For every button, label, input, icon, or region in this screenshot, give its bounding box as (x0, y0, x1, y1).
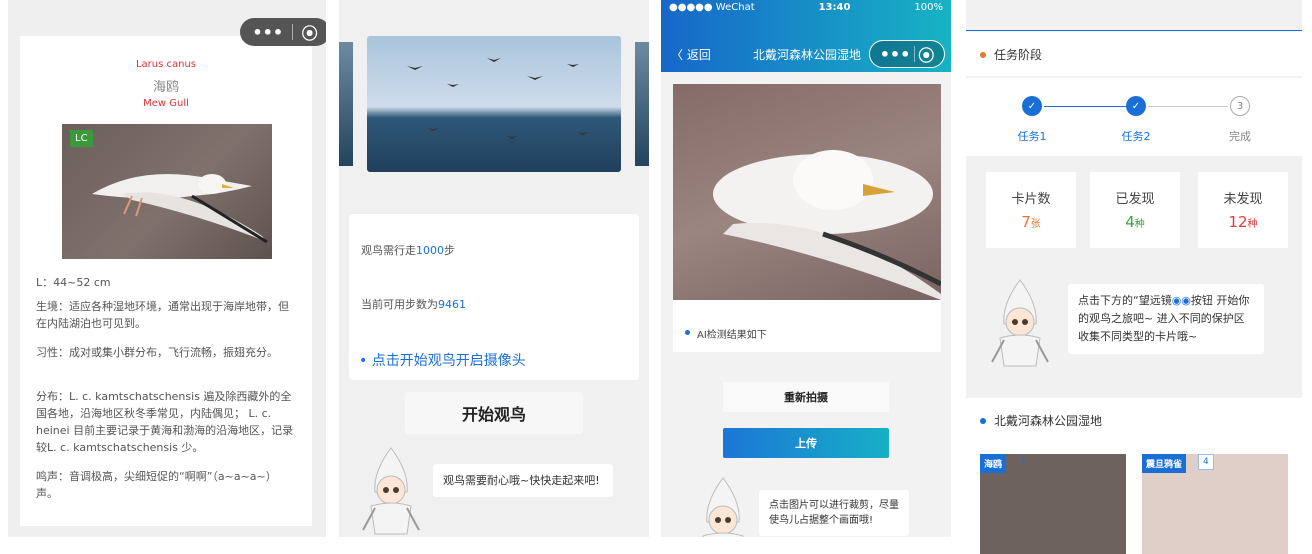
more-icon[interactable]: ••• (252, 23, 283, 42)
mascot-tip-bubble: 点击图片可以进行裁剪，尽量使鸟儿占据整个画面哦! (759, 490, 909, 536)
page-title: 北戴河森林公园湿地 (753, 48, 862, 62)
steps-needed-text: 观鸟需行走1000步 (361, 242, 455, 258)
status-bar: ●●●●● WeChat 13:40 100% (661, 2, 951, 18)
stat-number: 7 (1021, 213, 1031, 231)
habitat-text: 生境：适应各种湿地环境，通常出现于海岸地带，但在内陆湖泊也可见到。 (36, 300, 289, 330)
gull-photo[interactable]: LC (62, 124, 272, 259)
latin-name: Larus canus (135, 59, 197, 70)
stat-value: 4种 (1090, 213, 1180, 231)
carousel-next-image[interactable] (635, 42, 649, 166)
mascot-tip-bubble: 点击下方的“望远镜◉◉按钮 开始你的观鸟之旅吧~ 进入不同的保护区收集不同类型的… (1068, 284, 1264, 354)
stat-unit: 张 (1030, 219, 1041, 230)
bird-card-name: 震旦鸦雀 (1142, 454, 1187, 473)
capsule-divider (291, 24, 293, 40)
step3-label: 完成 (1229, 130, 1251, 143)
back-button[interactable]: 〈 返回 (671, 46, 711, 63)
bird-card-name: 海鸥 (980, 454, 1007, 473)
mascot-icon (362, 447, 420, 535)
stat-value: 12种 (1198, 213, 1288, 231)
mascot-icon (702, 477, 744, 537)
ai-result-row: AI检测结果如下 (673, 300, 941, 352)
steps-info-box: 观鸟需行走1000步 当前可用步数为9461 • 点击开始观鸟开启摄像头 (349, 214, 639, 380)
step2-label: 任务2 (1121, 130, 1151, 143)
capsule-divider (913, 46, 915, 62)
battery-text: 100% (914, 2, 943, 13)
miniprogram-capsule: ••• ⦿ (869, 40, 945, 68)
length-text: L：44~52 cm (36, 276, 111, 289)
bird-card-count: 4 (1198, 454, 1214, 470)
bird-card[interactable]: 海鸥 1 (980, 454, 1126, 554)
photo-result-screen: ●●●●● WeChat 13:40 100% 〈 返回 北戴河森林公园湿地 •… (661, 0, 951, 537)
steps-available-label: 当前可用步数为 (361, 298, 438, 311)
start-birding-button[interactable]: 开始观鸟 (405, 392, 583, 434)
step1-label: 任务1 (1017, 130, 1047, 143)
step2-check-icon: ✓ (1126, 96, 1146, 116)
chinese-name: 海鸥 (152, 80, 179, 95)
open-camera-link[interactable]: • 点击开始观鸟开启摄像头 (359, 350, 526, 370)
stat-number: 4 (1125, 213, 1135, 231)
nav-bar: ●●●●● WeChat 13:40 100% 〈 返回 北戴河森林公园湿地 •… (661, 0, 951, 72)
stat-number: 12 (1228, 213, 1248, 231)
stat-unit: 种 (1134, 219, 1145, 230)
location-section-header[interactable]: 北戴河森林公园湿地 (966, 398, 1302, 442)
steps-available-text: 当前可用步数为9461 (361, 296, 466, 312)
location-label: 北戴河森林公园湿地 (994, 414, 1103, 428)
stat-title: 卡片数 (1011, 192, 1051, 207)
tip-text-start: 点击下方的“望远镜 (1078, 294, 1172, 307)
header-divider (966, 30, 1302, 31)
step-connector (1148, 106, 1228, 107)
habits-text: 习性：成对或集小群分布，飞行流畅，振翅充分。 (36, 346, 278, 359)
clock-text: 13:40 (818, 2, 851, 13)
task-stage-screen: 任务阶段 ✓ ✓ 3 任务1 任务2 完成 卡片数 7张 已发现 4种 未发现 … (966, 0, 1302, 554)
found-stat: 已发现 4种 (1090, 172, 1180, 248)
close-target-icon[interactable]: ⦿ (302, 20, 318, 44)
task-stepper: ✓ ✓ 3 任务1 任务2 完成 (966, 78, 1302, 156)
binoculars-icon: ◉◉ (1171, 294, 1191, 307)
carousel-image[interactable] (367, 36, 621, 172)
steps-needed-label: 观鸟需行走 (361, 244, 416, 257)
english-name: Mew Gull (143, 98, 189, 109)
stage-section-header: 任务阶段 (966, 32, 1302, 76)
stat-title: 未发现 (1223, 192, 1263, 207)
distribution-text: 分布：L. c. kamtschatschensis 遍及除西藏外的全国各地，沿… (36, 390, 294, 454)
steps-needed-unit: 步 (444, 244, 455, 257)
bird-card-count: 1 (1020, 456, 1026, 466)
mascot-tip-bubble: 观鸟需要耐心哦~快快走起来吧! (433, 464, 613, 497)
call-text: 鸣声：音调极高，尖细短促的“啊啊”（a~a~a~）声。 (36, 470, 277, 500)
step3-number-icon: 3 (1230, 96, 1250, 116)
bird-card[interactable]: 震旦鸦雀 4 (1142, 454, 1288, 554)
card-count-stat: 卡片数 7张 (986, 172, 1076, 248)
miniprogram-capsule: ••• ⦿ (240, 18, 326, 46)
bird-cards-row: 海鸥 1 震旦鸦雀 4 (966, 440, 1302, 554)
species-detail-screen: Larus canus 海鸥 Mew Gull LC L：44~52 cm 生境… (8, 0, 326, 537)
mascot-icon (991, 279, 1049, 367)
steps-needed-value: 1000 (416, 244, 444, 257)
start-birding-screen: 观鸟需行走1000步 当前可用步数为9461 • 点击开始观鸟开启摄像头 开始观… (339, 0, 649, 537)
carousel-prev-image[interactable] (339, 42, 353, 166)
retake-button[interactable]: 重新拍摄 (723, 382, 889, 412)
close-target-icon[interactable]: ⦿ (918, 42, 934, 66)
gull-illustration (92, 174, 268, 244)
carrier-text: ●●●●● WeChat (669, 2, 755, 13)
iucn-badge: LC (70, 130, 93, 147)
flying-gulls-illustration (407, 58, 589, 139)
stat-unit: 种 (1247, 219, 1258, 230)
step-connector (1044, 106, 1126, 107)
stat-value: 7张 (986, 213, 1076, 231)
stage-header-label: 任务阶段 (994, 48, 1043, 62)
stat-title: 已发现 (1115, 192, 1155, 207)
upload-button[interactable]: 上传 (723, 428, 889, 458)
steps-available-value: 9461 (438, 298, 466, 311)
more-icon[interactable]: ••• (880, 45, 911, 64)
species-card: Larus canus 海鸥 Mew Gull LC L：44~52 cm 生境… (20, 36, 312, 526)
step1-check-icon: ✓ (1022, 96, 1042, 116)
captured-photo[interactable] (673, 84, 941, 300)
not-found-stat: 未发现 12种 (1198, 172, 1288, 248)
gull-closeup-illustration (713, 150, 941, 300)
